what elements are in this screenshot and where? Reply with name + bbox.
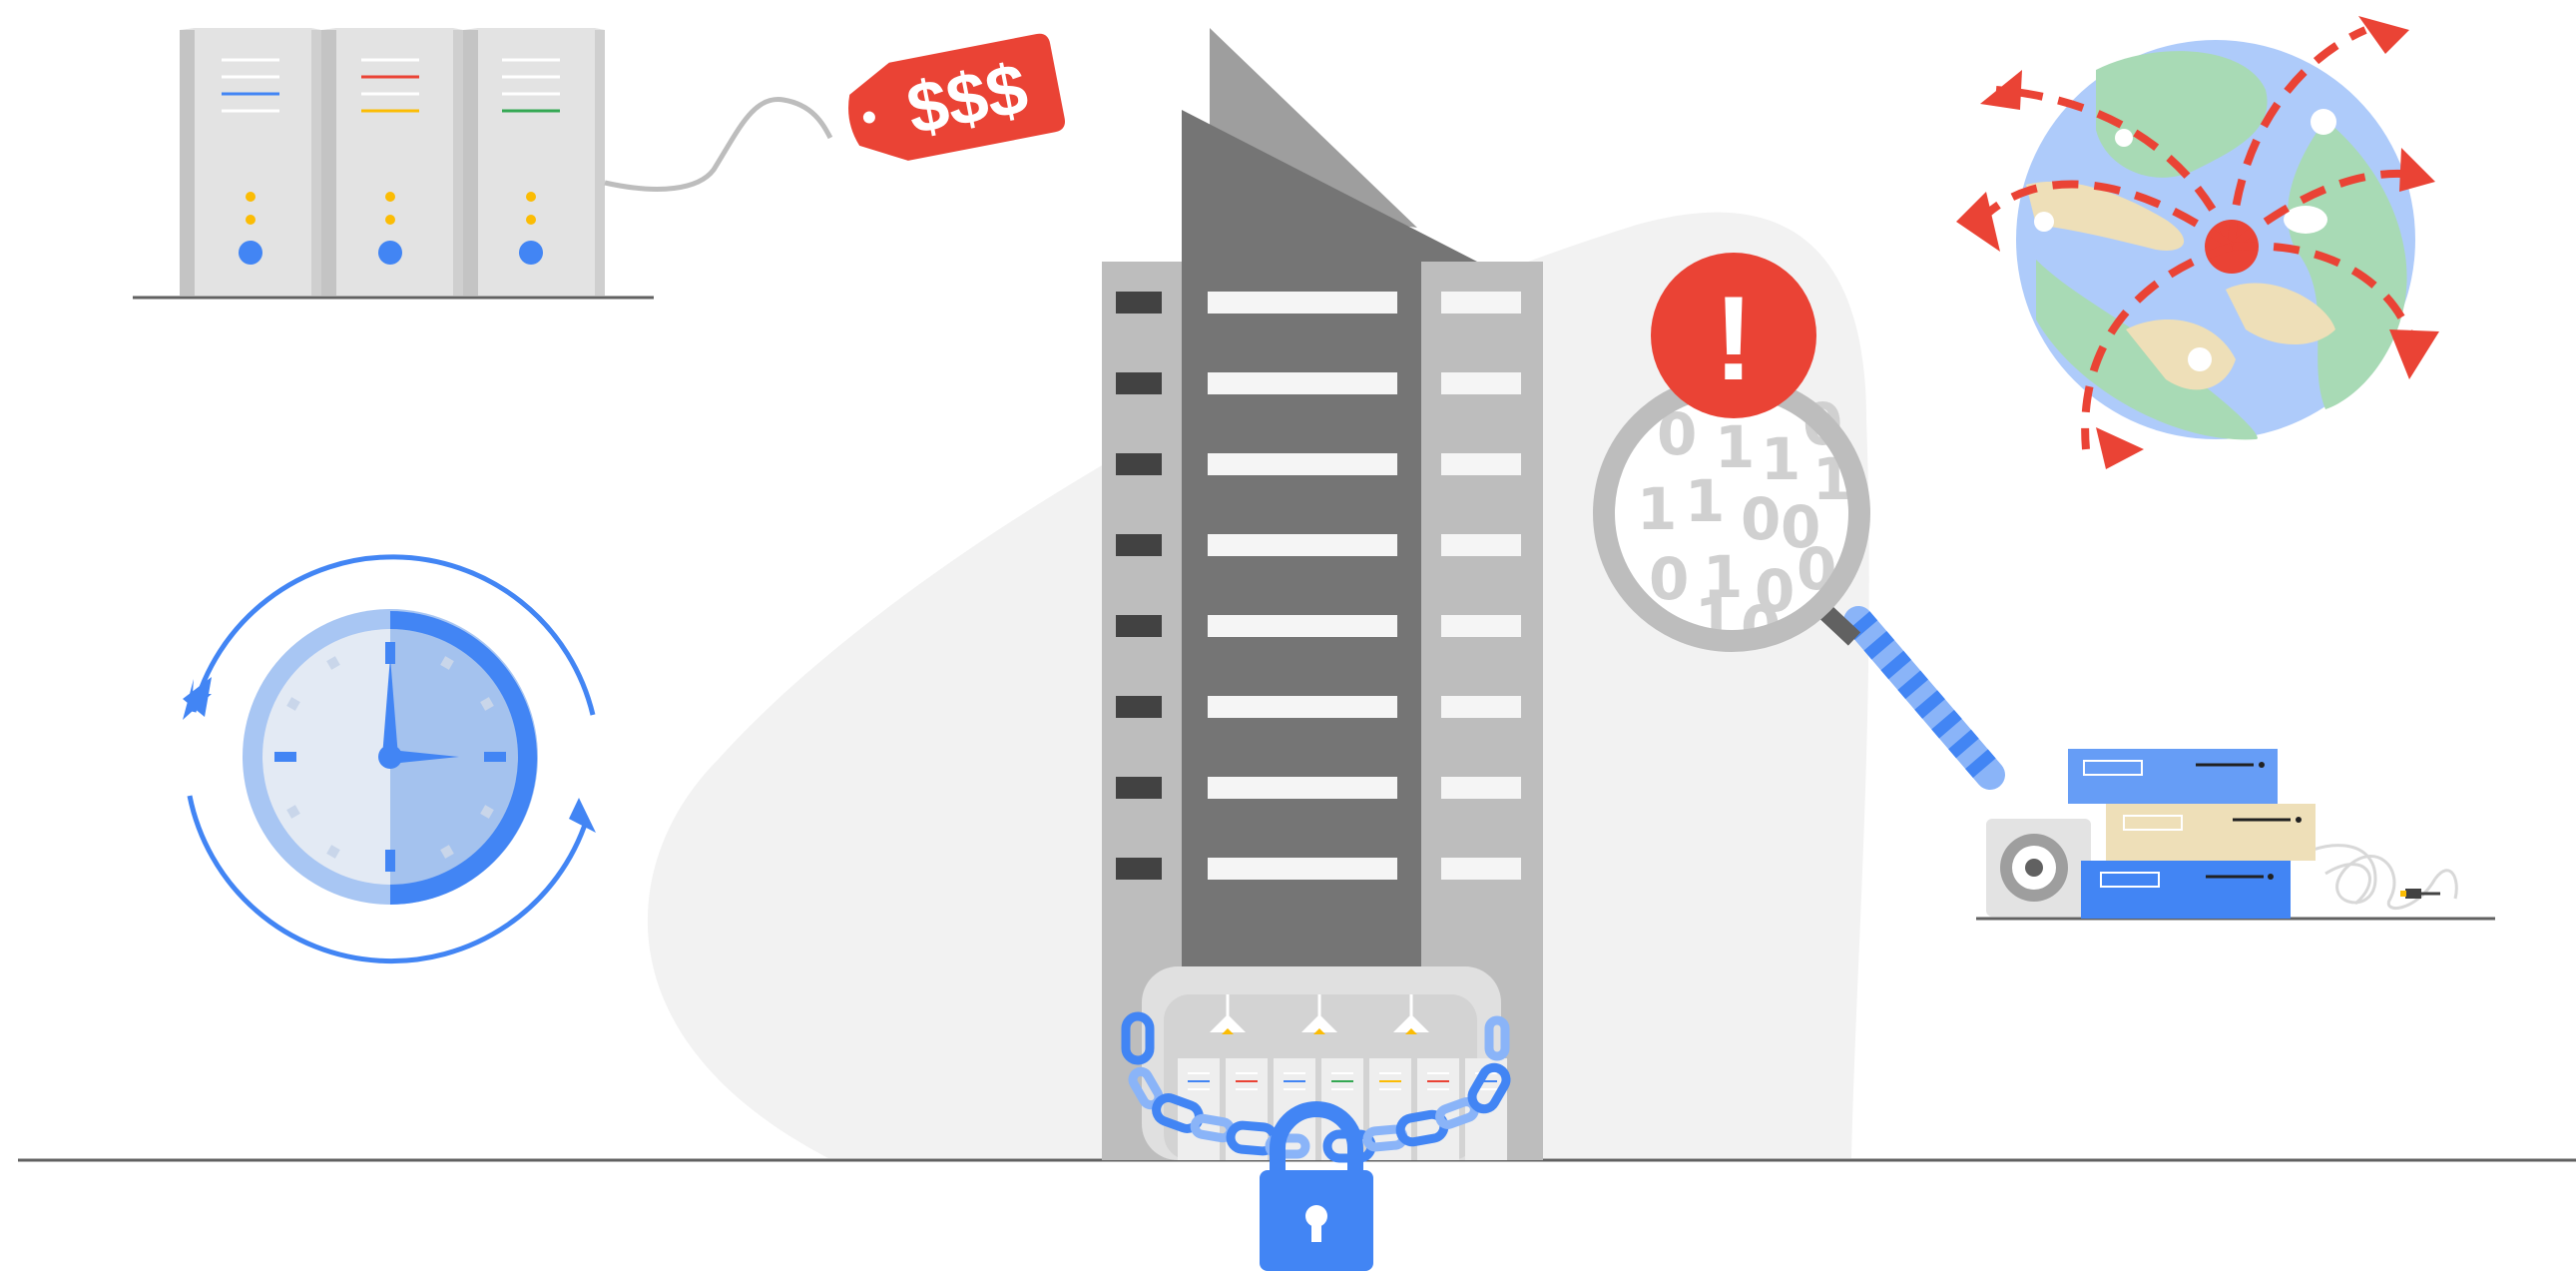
office-building-icon bbox=[1102, 28, 1543, 1160]
building-window bbox=[1208, 696, 1397, 718]
building-window bbox=[1116, 372, 1162, 394]
price-tag-icon: $$$ bbox=[848, 33, 1065, 161]
building-window bbox=[1441, 777, 1521, 799]
building-window bbox=[1208, 292, 1397, 314]
building-window bbox=[1208, 534, 1397, 556]
price-tag-string bbox=[604, 97, 833, 192]
clock-icon bbox=[183, 554, 596, 964]
building-window bbox=[1441, 858, 1521, 880]
binary-digit: 1 bbox=[1637, 475, 1677, 543]
binary-digit: 0 bbox=[1741, 485, 1781, 553]
building-window bbox=[1441, 615, 1521, 637]
building-window bbox=[1441, 292, 1521, 314]
alert-symbol: ! bbox=[1714, 272, 1754, 405]
building-window bbox=[1441, 372, 1521, 394]
building-window bbox=[1116, 615, 1162, 637]
building-window bbox=[1208, 372, 1397, 394]
building-window bbox=[1208, 777, 1397, 799]
hardware-box-middle bbox=[2106, 804, 2316, 861]
building-window bbox=[1116, 777, 1162, 799]
server-unit bbox=[180, 28, 321, 296]
building-window bbox=[1116, 292, 1162, 314]
hardware-box-top bbox=[2068, 749, 2278, 804]
building-window bbox=[1441, 534, 1521, 556]
building-window bbox=[1441, 453, 1521, 475]
globe-icon bbox=[1956, 16, 2439, 469]
stacked-hardware-icon bbox=[1976, 749, 2495, 921]
server-rack-icon bbox=[133, 28, 654, 300]
binary-digit: 1 bbox=[1685, 467, 1725, 535]
building-window bbox=[1116, 534, 1162, 556]
binary-digit: 1 bbox=[1761, 425, 1801, 493]
speaker-box bbox=[1986, 819, 2091, 917]
plug-icon bbox=[2400, 889, 2440, 899]
server-unit bbox=[321, 28, 463, 296]
illustration-scene: $$$ 0 1 101 1 0 010 1 0 01 0 ! bbox=[18, 16, 2576, 1271]
hardware-box-bottom bbox=[2081, 861, 2291, 919]
server-unit bbox=[463, 28, 605, 296]
building-window bbox=[1208, 453, 1397, 475]
building-window bbox=[1208, 615, 1397, 637]
alert-icon: ! bbox=[1651, 253, 1816, 418]
building-window bbox=[1441, 696, 1521, 718]
building-window bbox=[1208, 858, 1397, 880]
building-window bbox=[1116, 453, 1162, 475]
building-window bbox=[1116, 858, 1162, 880]
building-window bbox=[1116, 696, 1162, 718]
